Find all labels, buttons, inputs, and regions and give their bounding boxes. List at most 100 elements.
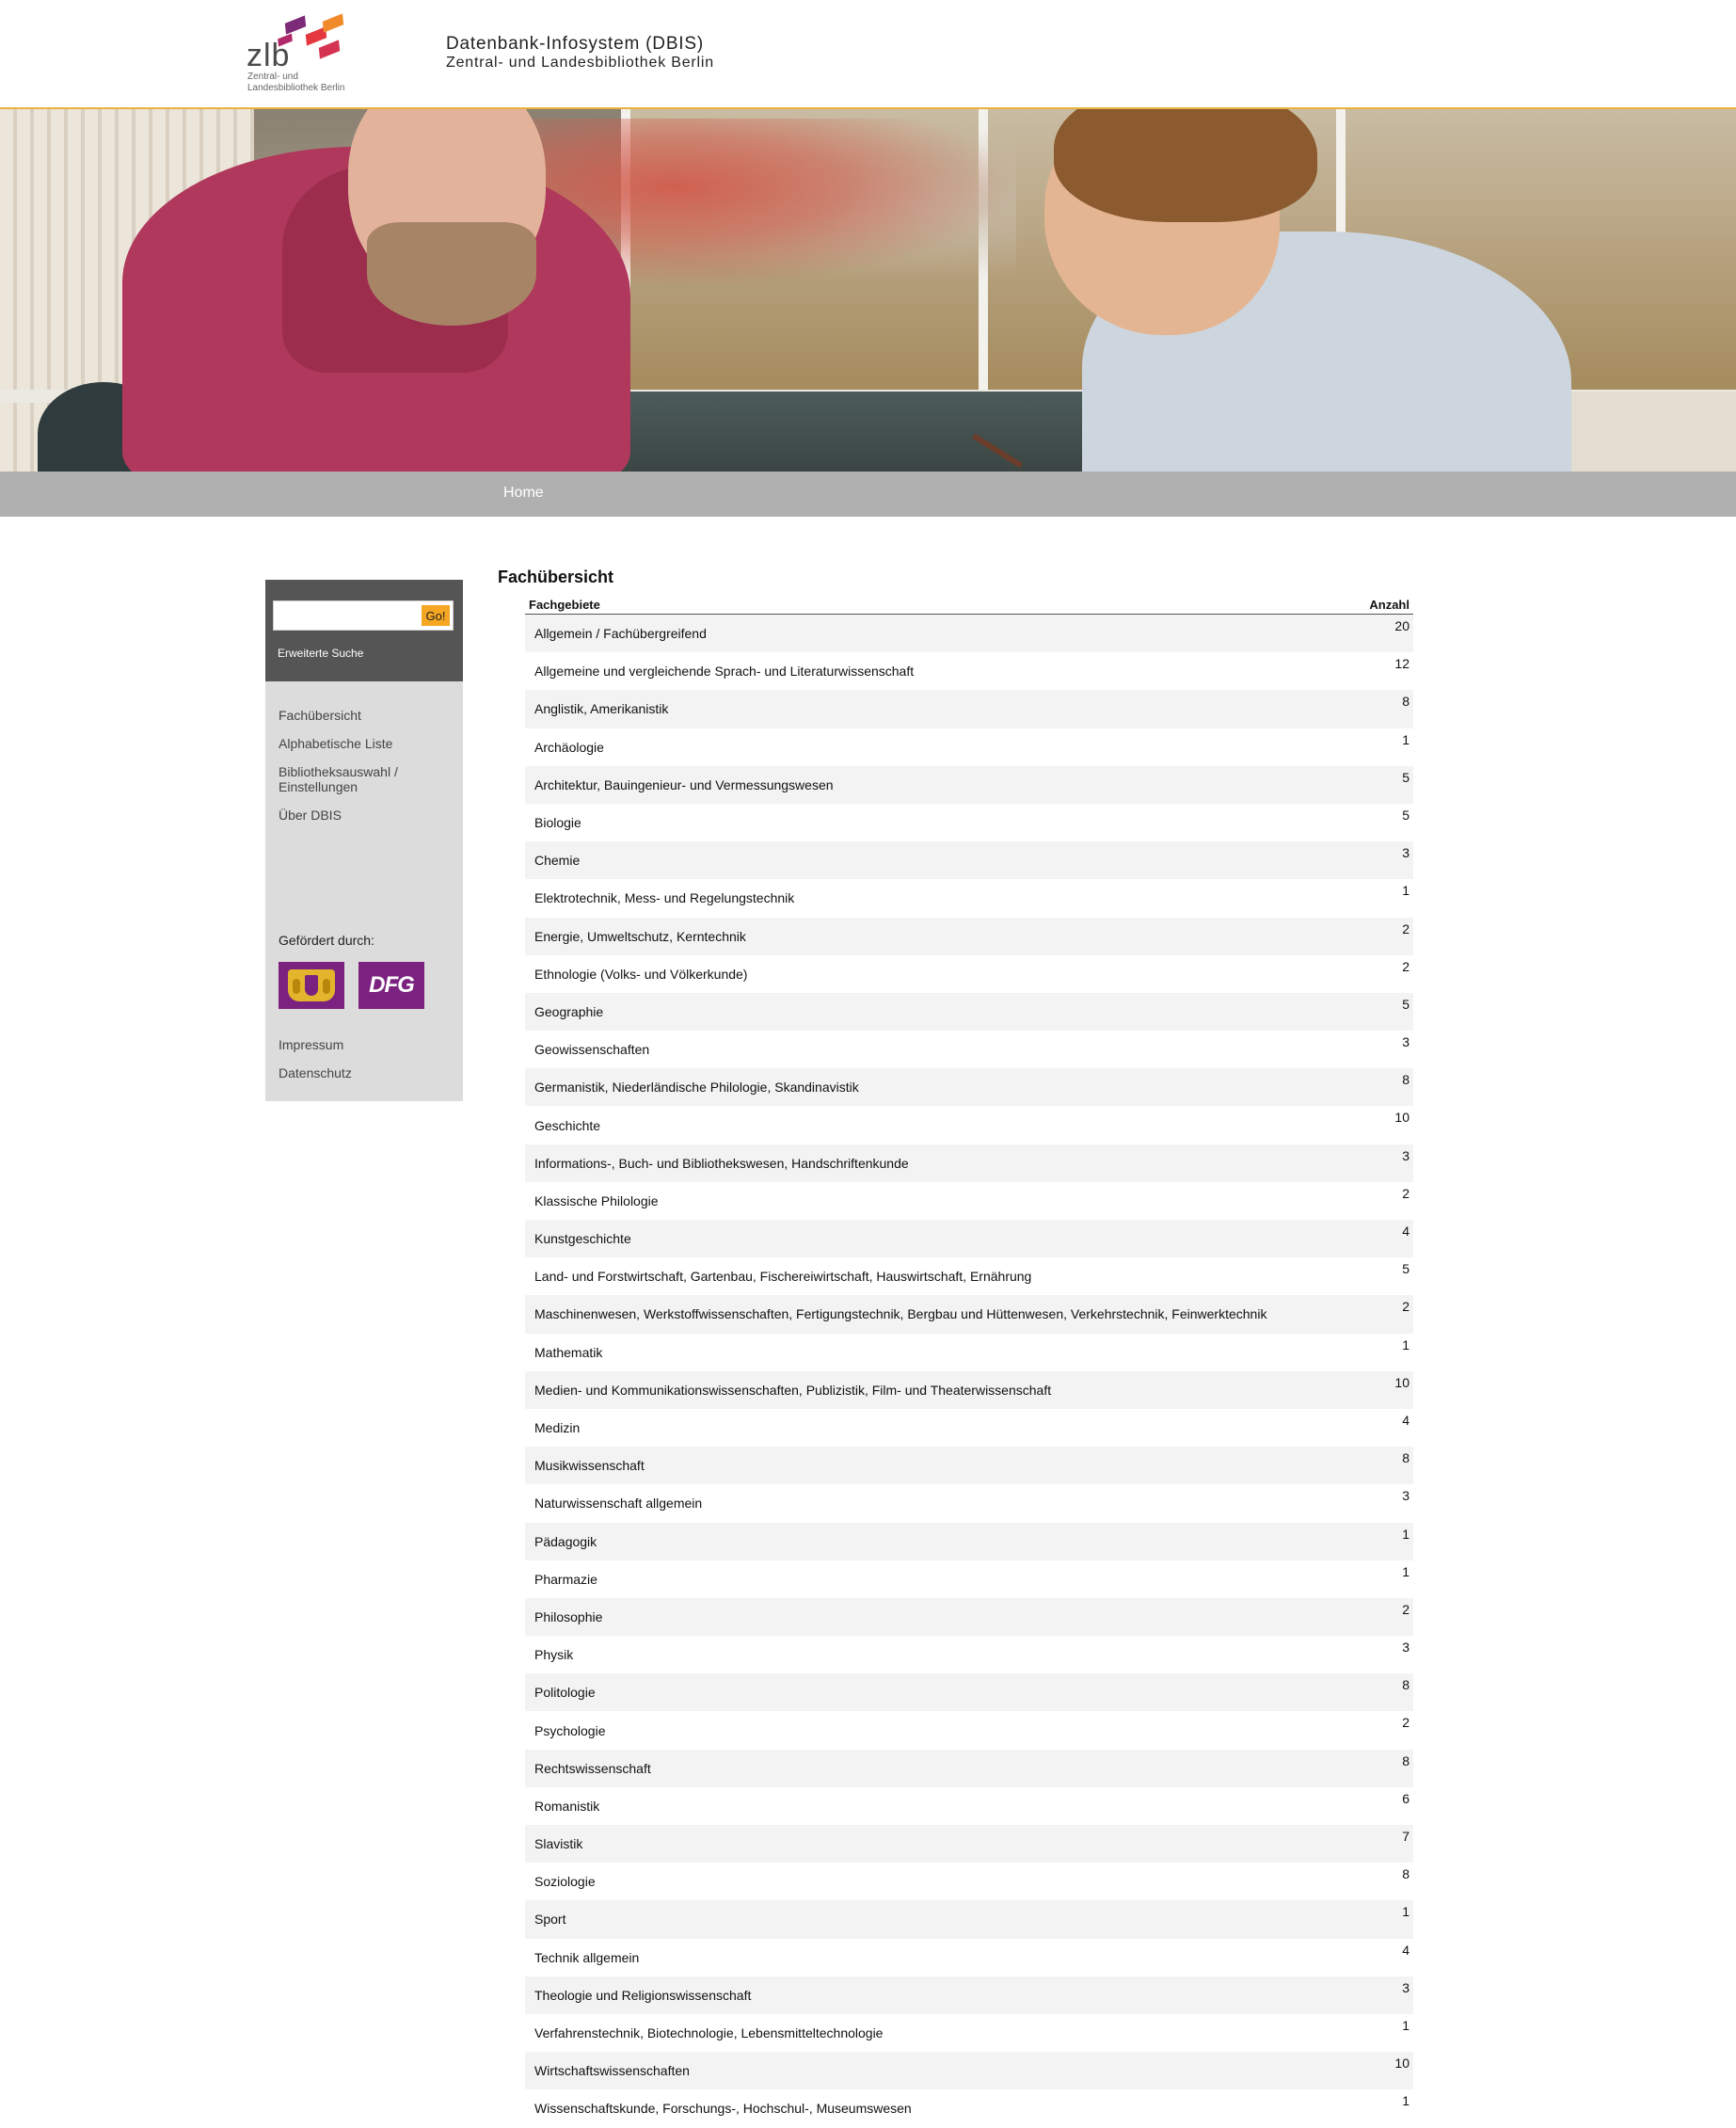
count-cell: 3 [1334,841,1413,880]
table-row: Pharmazie 1 [525,1560,1413,1598]
subject-link[interactable]: Informations-, Buch- und Bibliothekswese… [534,1156,909,1171]
subject-link[interactable]: Allgemein / Fachübergreifend [534,626,707,641]
subject-cell: Allgemein / Fachübergreifend [525,614,1334,653]
subject-link[interactable]: Naturwissenschaft allgemein [534,1496,702,1511]
count-cell: 5 [1334,1257,1413,1296]
subject-link[interactable]: Geowissenschaften [534,1042,649,1057]
subject-cell: Informations-, Buch- und Bibliothekswese… [525,1144,1334,1182]
dfg-logo-text: DFG [369,972,415,998]
subject-link[interactable]: Ethnologie (Volks- und Völkerkunde) [534,967,747,982]
subject-cell: Psychologie [525,1711,1334,1750]
subject-link[interactable]: Sport [534,1912,565,1927]
subject-link[interactable]: Pädagogik [534,1534,597,1549]
column-header-anzahl: Anzahl [1334,595,1413,615]
datenschutz-link[interactable]: Datenschutz [279,1065,352,1080]
subject-link[interactable]: Physik [534,1647,573,1662]
subject-cell: Anglistik, Amerikanistik [525,690,1334,728]
subject-link[interactable]: Medizin [534,1420,580,1435]
search-go-button[interactable]: Go! [422,605,450,626]
table-row: Medien- und Kommunikationswissenschaften… [525,1370,1413,1409]
count-cell: 7 [1334,1825,1413,1864]
subject-link[interactable]: Land- und Forstwirtschaft, Gartenbau, Fi… [534,1269,1031,1284]
hero-person-right-hair [1054,109,1317,222]
subject-link[interactable]: Geographie [534,1004,603,1019]
sidebar-legal-links: Impressum Datenschutz [279,1037,352,1094]
subject-link[interactable]: Pharmazie [534,1572,597,1587]
count-cell: 2 [1334,954,1413,993]
table-row: Land- und Forstwirtschaft, Gartenbau, Fi… [525,1257,1413,1296]
subject-link[interactable]: Architektur, Bauingenieur- und Vermessun… [534,777,834,792]
table-row: Archäologie 1 [525,728,1413,766]
subject-link[interactable]: Archäologie [534,740,604,755]
count-cell: 20 [1334,614,1413,653]
subject-link[interactable]: Romanistik [534,1799,599,1814]
table-row: Ethnologie (Volks- und Völkerkunde) 2 [525,954,1413,993]
subject-link[interactable]: Kunstgeschichte [534,1231,631,1246]
subject-link[interactable]: Chemie [534,853,580,868]
count-cell: 8 [1334,690,1413,728]
main-nav-bar: Home [0,472,1736,517]
sidebar-item-ueber-dbis[interactable]: Über DBIS [279,808,457,823]
count-cell: 2 [1334,1597,1413,1637]
count-cell: 5 [1334,803,1413,842]
count-cell: 3 [1334,1976,1413,2014]
subject-link[interactable]: Wirtschaftswissenschaften [534,2063,690,2078]
impressum-link[interactable]: Impressum [279,1037,352,1052]
page-title: Fachübersicht [498,568,614,586]
count-cell: 3 [1334,1636,1413,1674]
advanced-search-link[interactable]: Erweiterte Suche [278,647,363,660]
subject-link[interactable]: Mathematik [534,1345,602,1360]
subject-link[interactable]: Elektrotechnik, Mess- und Regelungstechn… [534,890,794,905]
subject-link[interactable]: Geschichte [534,1118,600,1133]
subject-link[interactable]: Wissenschaftskunde, Forschungs-, Hochsch… [534,2101,912,2116]
subject-link[interactable]: Soziologie [534,1874,596,1889]
subject-link[interactable]: Energie, Umweltschutz, Kerntechnik [534,929,746,944]
subject-cell: Technik allgemein [525,1938,1334,1976]
subject-link[interactable]: Medien- und Kommunikationswissenschaften… [534,1383,1051,1398]
subject-cell: Medizin [525,1408,1334,1448]
subject-link[interactable]: Philosophie [534,1609,602,1624]
table-row: Naturwissenschaft allgemein 3 [525,1484,1413,1523]
subject-link[interactable]: Psychologie [534,1723,606,1738]
subject-link[interactable]: Theologie und Religionswissenschaft [534,1988,751,2003]
subject-cell: Wissenschaftskunde, Forschungs-, Hochsch… [525,2089,1334,2128]
subject-link[interactable]: Rechtswissenschaft [534,1761,651,1776]
subject-link[interactable]: Allgemeine und vergleichende Sprach- und… [534,664,914,679]
subject-table-body: Allgemein / Fachübergreifend 20 Allgemeine… [525,614,1413,2128]
bavaria-crest-center [305,975,318,996]
table-row: Medizin 4 [525,1408,1413,1448]
table-row: Geowissenschaften 3 [525,1031,1413,1069]
subject-cell: Chemie [525,841,1334,880]
search-input[interactable] [276,603,421,628]
table-row: Philosophie 2 [525,1597,1413,1637]
dfg-logo[interactable]: DFG [358,962,424,1009]
bavaria-crest-icon[interactable] [279,962,344,1009]
subject-link[interactable]: Technik allgemein [534,1950,639,1965]
subject-link[interactable]: Slavistik [534,1836,582,1851]
subject-cell: Germanistik, Niederländische Philologie,… [525,1068,1334,1107]
subject-link[interactable]: Musikwissenschaft [534,1458,645,1473]
subject-cell: Mathematik [525,1333,1334,1371]
count-cell: 4 [1334,1220,1413,1258]
sidebar-item-bibliotheksauswahl[interactable]: Bibliotheksauswahl / Einstellungen [279,764,457,794]
sidebar-item-fachuebersicht[interactable]: Fachübersicht [279,708,457,723]
subject-link[interactable]: Germanistik, Niederländische Philologie,… [534,1080,859,1095]
subject-link[interactable]: Klassische Philologie [534,1193,659,1208]
subject-link[interactable]: Politologie [534,1685,596,1700]
subject-link[interactable]: Biologie [534,815,581,830]
table-row: Wirtschaftswissenschaften 10 [525,2052,1413,2090]
sidebar-item-alphabetische-liste[interactable]: Alphabetische Liste [279,736,457,751]
subject-cell: Elektrotechnik, Mess- und Regelungstechn… [525,879,1334,918]
subject-cell: Wirtschaftswissenschaften [525,2052,1334,2090]
zlb-logo[interactable]: zlb Zentral- und Landesbibliothek Berlin [247,13,359,94]
subject-link[interactable]: Verfahrenstechnik, Biotechnologie, Leben… [534,2025,883,2040]
count-cell: 1 [1334,879,1413,918]
subject-link[interactable]: Maschinenwesen, Werkstoffwissenschaften,… [534,1306,1266,1321]
table-row: Informations-, Buch- und Bibliothekswese… [525,1144,1413,1182]
count-cell: 3 [1334,1484,1413,1523]
table-header-row: Fachgebiete Anzahl [525,595,1413,615]
table-row: Soziologie 8 [525,1863,1413,1901]
subject-link[interactable]: Anglistik, Amerikanistik [534,701,668,716]
subject-cell: Pharmazie [525,1560,1334,1598]
nav-home-link[interactable]: Home [503,485,544,502]
